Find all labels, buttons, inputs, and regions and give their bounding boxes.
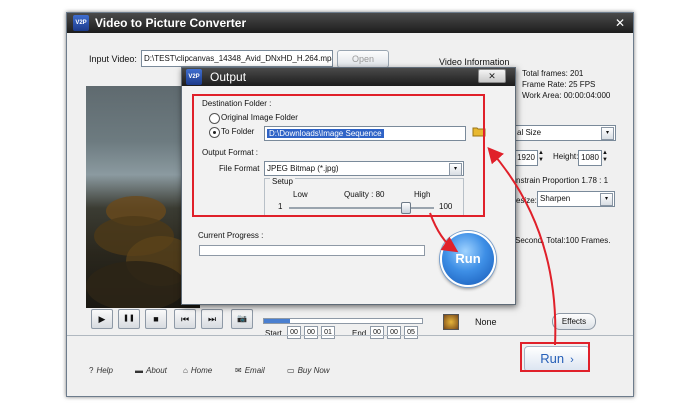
email-icon: ✉ <box>235 366 242 375</box>
resize-value: Sharpen <box>540 194 571 203</box>
effect-thumbnail <box>443 314 459 330</box>
next-frame-button[interactable]: ⏭ <box>201 309 223 329</box>
current-progress-bar <box>199 245 425 256</box>
timeline-fill <box>264 319 290 323</box>
info-total-frames: Total frames: 201 <box>522 69 584 78</box>
destination-highlight <box>192 94 485 217</box>
frame-summary: Second. Total:100 Frames. <box>515 236 611 245</box>
about-label: About <box>146 366 167 375</box>
effect-name: None <box>475 317 497 327</box>
current-progress-label: Current Progress : <box>198 231 264 240</box>
main-titlebar: V2P Video to Picture Converter ✕ <box>67 13 633 33</box>
resize-select[interactable]: Sharpen ▾ <box>537 191 615 207</box>
height-label: Height: <box>553 152 579 161</box>
width-stepper-icon[interactable]: ▲ ▼ <box>537 150 545 164</box>
height-field[interactable]: 1080 <box>578 150 602 166</box>
run-button-highlight <box>520 342 590 372</box>
question-icon: ? <box>89 366 94 375</box>
effects-button[interactable]: Effects <box>552 313 596 330</box>
dialog-titlebar: V2P Output ✕ <box>182 68 515 86</box>
open-button[interactable]: Open <box>337 50 389 68</box>
timeline-slider[interactable] <box>263 318 423 324</box>
buy-now-label: Buy Now <box>297 366 330 375</box>
about-link[interactable]: ▬ About <box>135 366 167 375</box>
video-info-title: Video Information <box>439 57 510 67</box>
app-title: Video to Picture Converter <box>95 16 247 30</box>
info-work-area: Work Area: 00:00:04:000 <box>522 91 611 100</box>
input-video-label: Input Video: <box>89 54 137 64</box>
close-icon[interactable]: ✕ <box>478 69 506 83</box>
home-icon: ⌂ <box>183 366 188 375</box>
cart-icon: ▭ <box>287 366 295 375</box>
constrain-proportion-label: nstrain Proportion 1.78 : 1 <box>516 176 609 185</box>
snapshot-button[interactable]: 📷 <box>231 309 253 329</box>
height-stepper-icon[interactable]: ▲ ▼ <box>601 150 609 164</box>
input-video-field[interactable]: D:\TEST\clipcanvas_14348_Avid_DNxHD_H.26… <box>141 50 333 67</box>
email-link[interactable]: ✉ Email <box>235 366 265 375</box>
help-link[interactable]: ? Help <box>89 366 113 375</box>
pause-button[interactable]: ❚❚ <box>118 309 140 329</box>
info-frame-rate: Frame Rate: 25 FPS <box>522 80 596 89</box>
stop-button[interactable]: ■ <box>145 309 167 329</box>
dialog-title: Output <box>210 70 247 84</box>
chevron-down-icon: ▾ <box>600 193 613 206</box>
play-button[interactable]: ▶ <box>91 309 113 329</box>
dialog-logo: V2P <box>186 69 202 85</box>
prev-frame-button[interactable]: ⏮ <box>174 309 196 329</box>
output-size-select[interactable]: al Size ▾ <box>514 125 616 141</box>
dialog-run-button[interactable]: Run <box>440 231 496 287</box>
about-icon: ▬ <box>135 366 143 375</box>
email-label: Email <box>244 366 265 375</box>
resize-label: esize: <box>516 196 537 205</box>
chevron-down-icon: ▾ <box>601 127 614 140</box>
buy-now-link[interactable]: ▭ Buy Now <box>287 366 330 375</box>
app-logo: V2P <box>73 15 89 31</box>
close-icon[interactable]: ✕ <box>613 16 627 30</box>
help-label: Help <box>96 366 113 375</box>
home-label: Home <box>190 366 213 375</box>
home-link[interactable]: ⌂ Home <box>183 366 212 375</box>
output-size-value: al Size <box>517 128 542 137</box>
width-field[interactable]: 1920 <box>514 150 538 166</box>
